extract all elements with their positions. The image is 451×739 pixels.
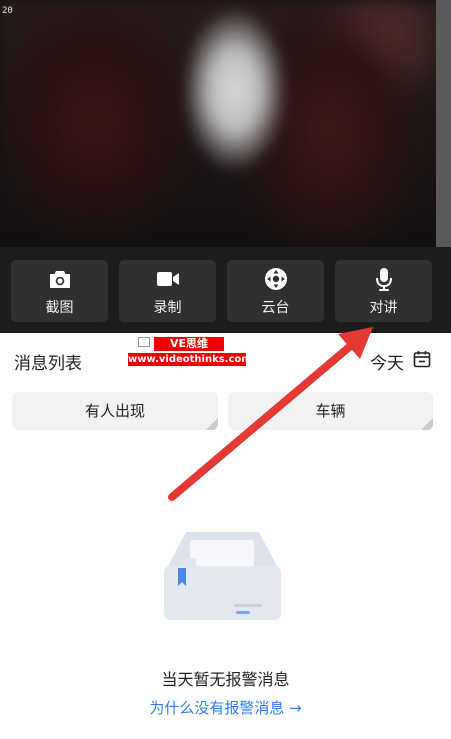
filter-chip-label: 有人出现 [84,402,145,420]
app-screen: 20 截图 录制 云台 对讲 消息列表 VE思维 www.videothinks… [0,0,451,739]
watermark: VE思维 www.videothinks.com [128,337,252,367]
why-no-alarm-link[interactable]: 为什么没有报警消息 → [0,697,451,718]
watermark-line2: www.videothinks.com [128,353,252,366]
ptz-control-icon [227,268,324,290]
screenshot-label: 截图 [45,300,74,316]
ptz-button[interactable]: 云台 [227,260,324,322]
intercom-button[interactable]: 对讲 [335,260,432,322]
video-preview[interactable]: 20 [0,0,451,247]
message-list-title: 消息列表 [14,354,82,374]
envelope-icon [138,337,150,347]
chip-corner-icon [206,418,218,430]
control-bar: 截图 录制 云台 对讲 [0,247,451,333]
date-label[interactable]: 今天 [370,349,404,374]
empty-inbox-illustration [160,524,285,624]
record-button[interactable]: 录制 [119,260,216,322]
ptz-label: 云台 [261,300,290,316]
watermark-line1: VE思维 [154,337,224,351]
filter-chip-person[interactable]: 有人出现 [12,392,218,430]
intercom-label: 对讲 [369,300,398,316]
video-edge [436,0,451,247]
chip-corner-icon [421,418,433,430]
calendar-icon[interactable] [413,350,431,368]
filter-chip-vehicle[interactable]: 车辆 [228,392,433,430]
video-timestamp: 20 [2,6,13,16]
camera-icon [11,268,108,290]
record-label: 录制 [153,300,182,316]
screenshot-button[interactable]: 截图 [11,260,108,322]
video-frame [0,0,451,247]
video-camera-icon [119,268,216,290]
microphone-icon [335,268,432,291]
empty-state-title: 当天暂无报警消息 [161,670,290,689]
filter-chip-label: 车辆 [315,402,346,420]
